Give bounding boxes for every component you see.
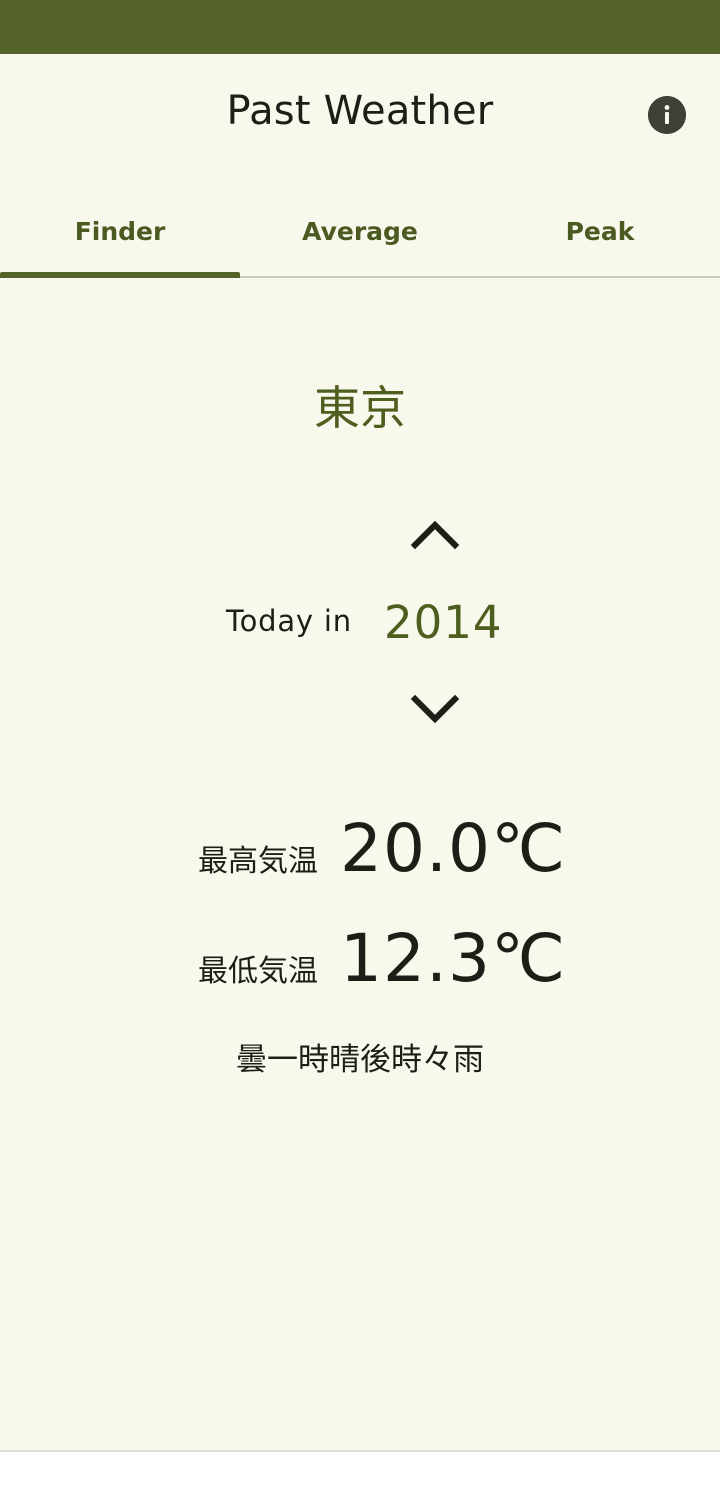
low-temp-value: 12.3℃	[340, 920, 567, 997]
bottom-area	[0, 1452, 720, 1496]
info-icon	[648, 96, 686, 134]
today-in-label: Today in	[226, 604, 352, 638]
year-value: 2014	[384, 596, 503, 649]
chevron-down-icon	[410, 694, 460, 724]
weather-description: 曇一時晴後時々雨	[236, 1042, 484, 1078]
tab-finder[interactable]: Finder	[0, 190, 240, 278]
year-up-button[interactable]	[405, 512, 465, 556]
high-temp-value: 20.0℃	[340, 810, 567, 887]
high-temp-row: 最高気温 20.0℃	[198, 810, 566, 887]
tab-finder-label: Finder	[74, 216, 166, 246]
info-button[interactable]	[648, 96, 686, 134]
location-name[interactable]: 東京	[0, 372, 720, 438]
tab-average-label: Average	[302, 216, 418, 246]
tab-average[interactable]: Average	[240, 190, 480, 276]
year-down-button[interactable]	[405, 688, 465, 732]
tab-peak-label: Peak	[565, 216, 635, 246]
high-temp-label: 最高気温	[198, 844, 318, 879]
app-bar: Past Weather	[0, 54, 720, 174]
status-bar	[0, 0, 720, 54]
chevron-up-icon	[410, 520, 460, 550]
low-temp-label: 最低気温	[198, 954, 318, 989]
tab-bar: Finder Average Peak	[0, 190, 720, 278]
tab-peak[interactable]: Peak	[480, 190, 720, 276]
app-title: Past Weather	[226, 88, 494, 134]
low-temp-row: 最低気温 12.3℃	[198, 920, 566, 997]
